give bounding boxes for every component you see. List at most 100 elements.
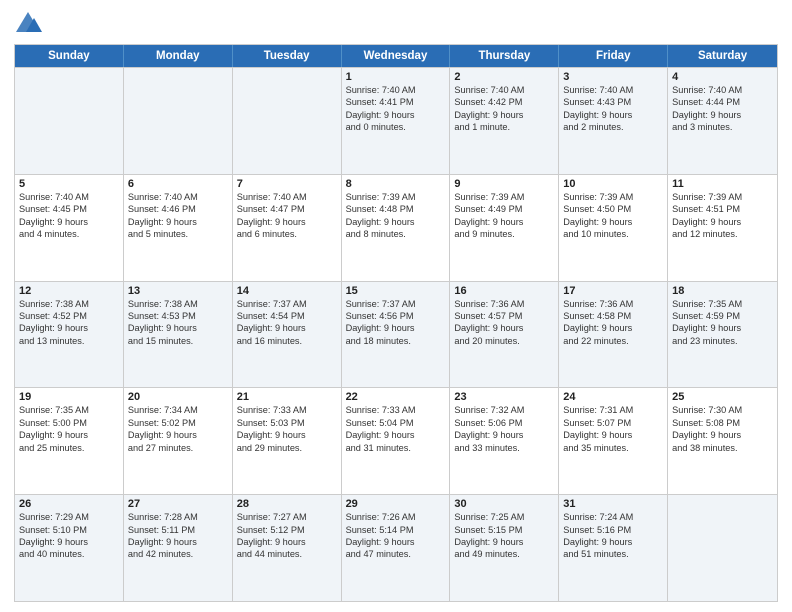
cell-line: Sunset: 5:00 PM: [19, 417, 119, 429]
cell-line: Daylight: 9 hours: [454, 429, 554, 441]
cell-line: Sunset: 4:57 PM: [454, 310, 554, 322]
day-number: 9: [454, 178, 554, 190]
cell-line: Sunrise: 7:40 AM: [128, 191, 228, 203]
cell-line: Sunrise: 7:39 AM: [346, 191, 446, 203]
cell-line: Sunset: 5:15 PM: [454, 524, 554, 536]
cal-cell: 2Sunrise: 7:40 AMSunset: 4:42 PMDaylight…: [450, 68, 559, 174]
cell-line: and 25 minutes.: [19, 442, 119, 454]
cal-cell: 27Sunrise: 7:28 AMSunset: 5:11 PMDayligh…: [124, 495, 233, 601]
cell-line: Sunset: 4:42 PM: [454, 96, 554, 108]
cell-line: Daylight: 9 hours: [454, 322, 554, 334]
cal-cell: 18Sunrise: 7:35 AMSunset: 4:59 PMDayligh…: [668, 282, 777, 388]
cell-line: Sunset: 4:43 PM: [563, 96, 663, 108]
cell-line: Daylight: 9 hours: [128, 216, 228, 228]
cell-line: and 20 minutes.: [454, 335, 554, 347]
cell-line: Daylight: 9 hours: [128, 536, 228, 548]
header-day-friday: Friday: [559, 45, 668, 67]
cal-cell: 26Sunrise: 7:29 AMSunset: 5:10 PMDayligh…: [15, 495, 124, 601]
cell-line: Daylight: 9 hours: [672, 216, 773, 228]
cell-line: and 16 minutes.: [237, 335, 337, 347]
cell-line: Sunrise: 7:24 AM: [563, 511, 663, 523]
header-day-saturday: Saturday: [668, 45, 777, 67]
day-number: 17: [563, 285, 663, 297]
cell-line: Daylight: 9 hours: [237, 429, 337, 441]
calendar-header: SundayMondayTuesdayWednesdayThursdayFrid…: [15, 45, 777, 67]
cal-cell: 12Sunrise: 7:38 AMSunset: 4:52 PMDayligh…: [15, 282, 124, 388]
cell-line: Daylight: 9 hours: [346, 429, 446, 441]
cal-cell: 7Sunrise: 7:40 AMSunset: 4:47 PMDaylight…: [233, 175, 342, 281]
day-number: 2: [454, 71, 554, 83]
cell-line: Daylight: 9 hours: [19, 536, 119, 548]
day-number: 14: [237, 285, 337, 297]
day-number: 22: [346, 391, 446, 403]
cell-line: and 10 minutes.: [563, 228, 663, 240]
cell-line: and 40 minutes.: [19, 548, 119, 560]
day-number: 30: [454, 498, 554, 510]
cell-line: and 33 minutes.: [454, 442, 554, 454]
cell-line: and 27 minutes.: [128, 442, 228, 454]
cell-line: Daylight: 9 hours: [346, 109, 446, 121]
cal-cell: 11Sunrise: 7:39 AMSunset: 4:51 PMDayligh…: [668, 175, 777, 281]
cell-line: Sunrise: 7:39 AM: [563, 191, 663, 203]
cell-line: Sunrise: 7:35 AM: [19, 404, 119, 416]
day-number: 20: [128, 391, 228, 403]
cal-cell: 28Sunrise: 7:27 AMSunset: 5:12 PMDayligh…: [233, 495, 342, 601]
cal-cell: 19Sunrise: 7:35 AMSunset: 5:00 PMDayligh…: [15, 388, 124, 494]
cell-line: Sunset: 4:50 PM: [563, 203, 663, 215]
cell-line: Sunset: 4:46 PM: [128, 203, 228, 215]
week-row-2: 12Sunrise: 7:38 AMSunset: 4:52 PMDayligh…: [15, 281, 777, 388]
cell-line: and 51 minutes.: [563, 548, 663, 560]
cal-cell: 31Sunrise: 7:24 AMSunset: 5:16 PMDayligh…: [559, 495, 668, 601]
cal-cell: 9Sunrise: 7:39 AMSunset: 4:49 PMDaylight…: [450, 175, 559, 281]
cell-line: Sunset: 4:58 PM: [563, 310, 663, 322]
cell-line: Daylight: 9 hours: [563, 216, 663, 228]
cell-line: and 2 minutes.: [563, 121, 663, 133]
cell-line: Sunrise: 7:40 AM: [19, 191, 119, 203]
cell-line: Sunset: 5:08 PM: [672, 417, 773, 429]
cell-line: Sunrise: 7:29 AM: [19, 511, 119, 523]
cell-line: and 42 minutes.: [128, 548, 228, 560]
day-number: 15: [346, 285, 446, 297]
cell-line: and 29 minutes.: [237, 442, 337, 454]
header-day-monday: Monday: [124, 45, 233, 67]
day-number: 29: [346, 498, 446, 510]
cell-line: Daylight: 9 hours: [672, 429, 773, 441]
cell-line: and 12 minutes.: [672, 228, 773, 240]
cell-line: Sunset: 4:48 PM: [346, 203, 446, 215]
cell-line: Sunset: 4:52 PM: [19, 310, 119, 322]
cell-line: Sunrise: 7:39 AM: [454, 191, 554, 203]
header-day-sunday: Sunday: [15, 45, 124, 67]
cell-line: Daylight: 9 hours: [19, 216, 119, 228]
cell-line: Sunset: 4:51 PM: [672, 203, 773, 215]
cell-line: Daylight: 9 hours: [454, 109, 554, 121]
day-number: 11: [672, 178, 773, 190]
cell-line: Daylight: 9 hours: [454, 216, 554, 228]
cal-cell: 16Sunrise: 7:36 AMSunset: 4:57 PMDayligh…: [450, 282, 559, 388]
cell-line: Daylight: 9 hours: [563, 536, 663, 548]
day-number: 21: [237, 391, 337, 403]
cell-line: Sunset: 5:10 PM: [19, 524, 119, 536]
cell-line: Sunrise: 7:38 AM: [128, 298, 228, 310]
cell-line: and 31 minutes.: [346, 442, 446, 454]
cell-line: Sunrise: 7:34 AM: [128, 404, 228, 416]
logo-icon: [14, 10, 42, 38]
cell-line: Sunset: 4:49 PM: [454, 203, 554, 215]
day-number: 31: [563, 498, 663, 510]
cell-line: Sunset: 4:41 PM: [346, 96, 446, 108]
cal-cell: 14Sunrise: 7:37 AMSunset: 4:54 PMDayligh…: [233, 282, 342, 388]
page: SundayMondayTuesdayWednesdayThursdayFrid…: [0, 0, 792, 612]
cell-line: Sunset: 4:47 PM: [237, 203, 337, 215]
cal-cell: 20Sunrise: 7:34 AMSunset: 5:02 PMDayligh…: [124, 388, 233, 494]
cell-line: and 47 minutes.: [346, 548, 446, 560]
day-number: 10: [563, 178, 663, 190]
day-number: 6: [128, 178, 228, 190]
cell-line: and 44 minutes.: [237, 548, 337, 560]
cal-cell: 3Sunrise: 7:40 AMSunset: 4:43 PMDaylight…: [559, 68, 668, 174]
header-day-thursday: Thursday: [450, 45, 559, 67]
day-number: 27: [128, 498, 228, 510]
header-day-tuesday: Tuesday: [233, 45, 342, 67]
cell-line: Daylight: 9 hours: [19, 322, 119, 334]
cell-line: Sunrise: 7:40 AM: [346, 84, 446, 96]
day-number: 16: [454, 285, 554, 297]
header-day-wednesday: Wednesday: [342, 45, 451, 67]
